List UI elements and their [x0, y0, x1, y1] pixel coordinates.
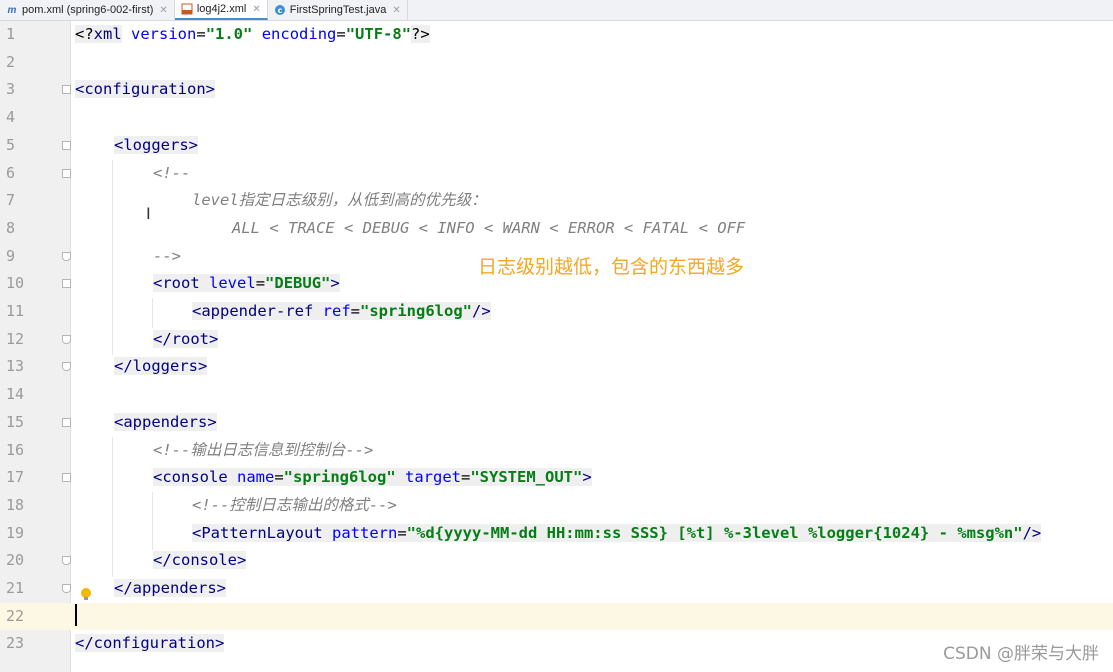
- fold-icon[interactable]: [62, 168, 71, 178]
- line-number: 10: [6, 274, 25, 293]
- code-line[interactable]: 21 </appenders>: [0, 575, 1113, 603]
- line-number: 22: [6, 606, 25, 625]
- comment-close: -->: [153, 246, 181, 265]
- tab-log4j2-xml[interactable]: log4j2.xml ✕: [174, 0, 268, 20]
- lightbulb-icon[interactable]: [81, 588, 91, 600]
- line-number: 18: [6, 495, 25, 514]
- line-number: 8: [6, 218, 16, 237]
- code-line[interactable]: 11 <appender-ref ref="spring6log"/>: [0, 298, 1113, 326]
- code-line[interactable]: 18 <!--控制日志输出的格式-->: [0, 492, 1113, 520]
- line-number: 11: [6, 302, 25, 320]
- code-line[interactable]: 12 </root>: [0, 326, 1113, 354]
- tab-label: FirstSpringTest.java: [289, 4, 387, 16]
- tag-root-open: <root level="DEBUG">: [153, 274, 340, 293]
- tag-configuration-close: </configuration>: [75, 634, 225, 653]
- fold-icon[interactable]: [62, 251, 71, 261]
- xml-declaration: <?xml version="1.0" encoding="UTF-8"?>: [75, 25, 430, 43]
- line-number: 6: [6, 163, 16, 182]
- fold-icon[interactable]: [62, 362, 71, 372]
- close-icon[interactable]: ✕: [159, 5, 167, 16]
- tab-pom-xml[interactable]: m pom.xml (spring6-002-first) ✕: [0, 0, 175, 20]
- line-number: 7: [6, 191, 16, 210]
- code-line[interactable]: 14: [0, 381, 1113, 409]
- tag-configuration-open: <configuration>: [75, 80, 215, 99]
- overlay-annotation: 日志级别越低，包含的东西越多: [478, 256, 745, 278]
- tab-label: pom.xml (spring6-002-first): [22, 4, 154, 16]
- comment-text: <!--控制日志输出的格式-->: [192, 495, 397, 514]
- line-number: 14: [6, 385, 25, 404]
- tab-firstspringtest-java[interactable]: c FirstSpringTest.java ✕: [268, 0, 408, 20]
- code-line[interactable]: 6 <!--: [0, 160, 1113, 188]
- svg-text:c: c: [277, 6, 282, 15]
- code-line[interactable]: 16 <!--输出日志信息到控制台-->: [0, 437, 1113, 465]
- code-line[interactable]: 5 <loggers>: [0, 132, 1113, 160]
- code-line[interactable]: 17 <console name="spring6log" target="SY…: [0, 464, 1113, 492]
- comment-text: level指定日志级别，从低到高的优先级：: [192, 191, 487, 210]
- line-number: 2: [6, 52, 16, 71]
- line-number: 5: [6, 135, 16, 154]
- line-number: 21: [6, 579, 25, 597]
- tag-appenders-close: </appenders>: [114, 579, 226, 597]
- editor-tab-bar: m pom.xml (spring6-002-first) ✕ log4j2.x…: [0, 0, 1113, 21]
- ibeam-cursor-icon: I: [146, 204, 151, 223]
- line-number: 23: [6, 634, 25, 653]
- comment-open: <!--: [153, 163, 191, 182]
- close-icon[interactable]: ✕: [252, 4, 260, 15]
- line-number: 9: [6, 246, 16, 265]
- fold-icon[interactable]: [62, 417, 71, 427]
- line-number: 3: [6, 80, 16, 99]
- tag-loggers-close: </loggers>: [114, 357, 208, 376]
- line-number: 15: [6, 412, 25, 431]
- line-number: 17: [6, 468, 25, 487]
- line-number: 12: [6, 329, 25, 348]
- fold-icon[interactable]: [62, 85, 71, 95]
- tag-root-close: </root>: [153, 329, 219, 348]
- code-line[interactable]: 2: [0, 49, 1113, 77]
- fold-icon[interactable]: [62, 584, 71, 593]
- fold-icon[interactable]: [62, 279, 71, 289]
- code-line[interactable]: 4: [0, 104, 1113, 132]
- line-number: 13: [6, 357, 25, 376]
- watermark: CSDN @胖荣与大胖: [943, 644, 1099, 664]
- java-class-icon: c: [274, 4, 286, 16]
- code-line[interactable]: 1 <?xml version="1.0" encoding="UTF-8"?>: [0, 21, 1113, 49]
- line-number: 19: [6, 523, 25, 542]
- line-number: 1: [6, 25, 16, 43]
- text-caret: [75, 604, 77, 626]
- code-line-current[interactable]: 22: [0, 602, 1113, 631]
- fold-icon[interactable]: [62, 556, 71, 566]
- fold-icon[interactable]: [62, 140, 71, 150]
- tag-appenders-open: <appenders>: [114, 412, 217, 431]
- code-line[interactable]: 13 </loggers>: [0, 353, 1113, 381]
- line-number: 20: [6, 551, 25, 570]
- tab-label: log4j2.xml: [196, 3, 247, 15]
- comment-text: <!--输出日志信息到控制台-->: [153, 440, 374, 459]
- tag-loggers-open: <loggers>: [114, 135, 198, 154]
- xml-file-icon: [181, 3, 193, 15]
- tag-console-open: <console name="spring6log" target="SYSTE…: [153, 468, 592, 487]
- comment-text: ALL < TRACE < DEBUG < INFO < WARN < ERRO…: [232, 218, 746, 237]
- code-line[interactable]: 7 level指定日志级别，从低到高的优先级：: [0, 187, 1113, 215]
- fold-icon[interactable]: [62, 334, 71, 344]
- line-number: 4: [6, 108, 16, 127]
- code-line[interactable]: 20 </console>: [0, 547, 1113, 575]
- tag-console-close: </console>: [153, 551, 247, 570]
- line-number: 16: [6, 440, 25, 459]
- tag-patternlayout: <PatternLayout pattern="%d{yyyy-MM-dd HH…: [192, 523, 1042, 542]
- code-line[interactable]: 19 <PatternLayout pattern="%d{yyyy-MM-dd…: [0, 520, 1113, 548]
- fold-icon[interactable]: [62, 473, 71, 483]
- tag-appender-ref: <appender-ref ref="spring6log"/>: [192, 302, 491, 320]
- code-line[interactable]: 8 ALL < TRACE < DEBUG < INFO < WARN < ER…: [0, 215, 1113, 243]
- code-line[interactable]: 15 <appenders>: [0, 409, 1113, 437]
- code-line[interactable]: 3 <configuration>: [0, 76, 1113, 104]
- maven-icon: m: [7, 4, 17, 16]
- close-icon[interactable]: ✕: [392, 5, 400, 16]
